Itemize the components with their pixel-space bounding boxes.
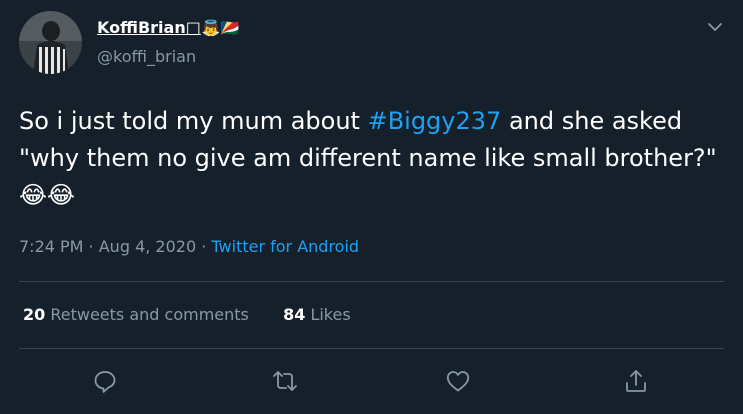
tweet-source[interactable]: Twitter for Android: [211, 237, 359, 256]
hashtag-link[interactable]: #Biggy237: [368, 107, 502, 135]
tweet-stats: 20 Retweets and comments 84 Likes: [23, 305, 351, 324]
chevron-down-icon[interactable]: [704, 16, 726, 38]
reply-icon[interactable]: [91, 367, 119, 395]
likes-label: Likes: [310, 305, 351, 324]
meta-separator: ·: [83, 237, 99, 256]
tweet-meta: 7:24 PM · Aug 4, 2020 · Twitter for Andr…: [19, 237, 359, 256]
tweet-text-part1: So i just told my mum about: [19, 107, 368, 135]
retweet-icon[interactable]: [271, 367, 299, 395]
user-handle[interactable]: @koffi_brian: [97, 47, 196, 66]
likes-stat[interactable]: 84 Likes: [283, 305, 351, 324]
likes-count: 84: [283, 305, 306, 324]
tears-of-joy-emoji: 😂😂: [19, 181, 76, 209]
retweets-count: 20: [23, 305, 46, 324]
tweet-actions: [0, 357, 743, 407]
divider: [19, 281, 724, 282]
tweet-time[interactable]: 7:24 PM: [19, 237, 83, 256]
display-name-emojis: 👼🇸🇨: [201, 19, 240, 37]
tweet-text: So i just told my mum about #Biggy237 an…: [19, 103, 719, 214]
meta-separator: ·: [196, 237, 212, 256]
retweets-stat[interactable]: 20 Retweets and comments: [23, 305, 254, 324]
display-name[interactable]: KoffiBrian□👼🇸🇨: [97, 18, 239, 37]
share-icon[interactable]: [622, 367, 650, 395]
retweets-label: Retweets and comments: [50, 305, 249, 324]
tweet-date[interactable]: Aug 4, 2020: [99, 237, 196, 256]
display-name-text: KoffiBrian□: [97, 18, 201, 37]
heart-icon[interactable]: [444, 367, 472, 395]
avatar-photo: [19, 11, 82, 74]
divider: [19, 348, 724, 349]
avatar[interactable]: [19, 11, 82, 74]
